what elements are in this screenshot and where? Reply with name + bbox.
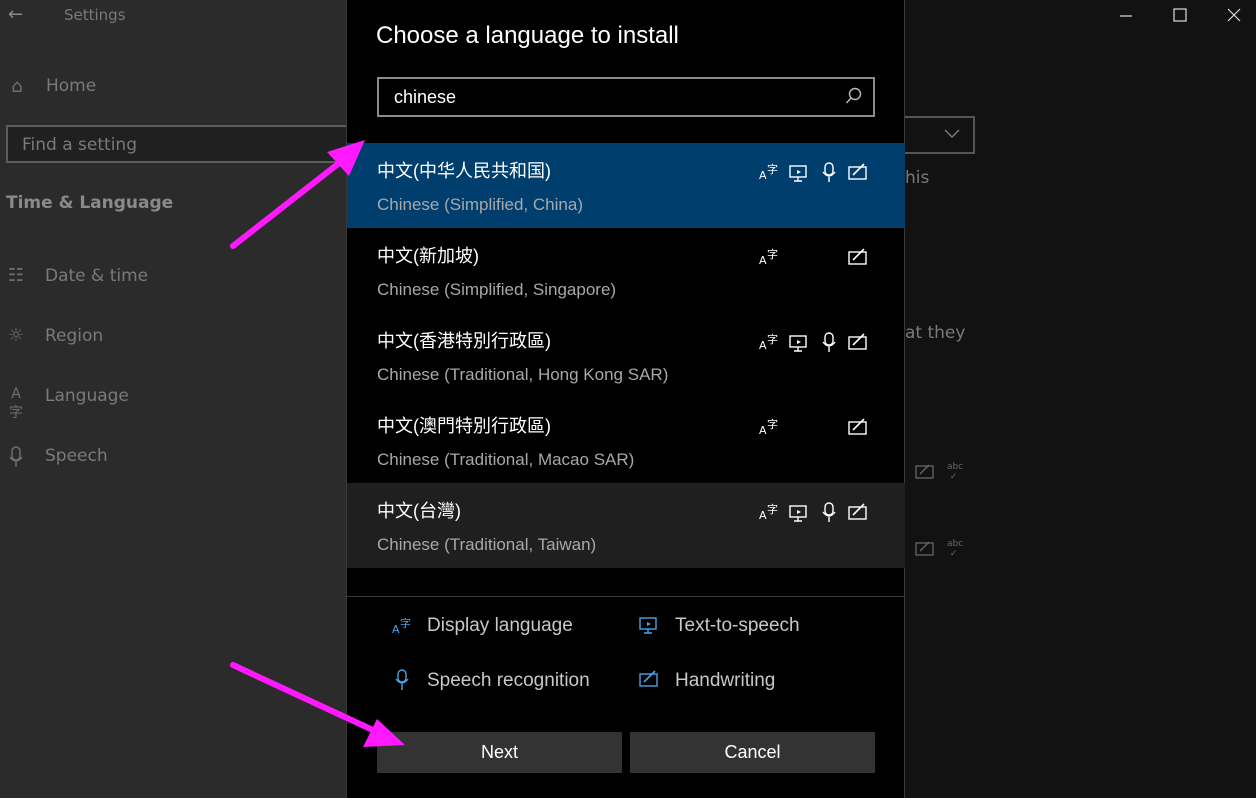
speech-recognition-icon [822,332,836,352]
language-native-name: 中文(新加坡) [377,246,479,266]
language-row-zh-tw[interactable]: 中文(台灣) Chinese (Traditional, Taiwan) A字 [347,483,905,568]
text-to-speech-icon [789,165,807,182]
spellcheck-icon: abc ✓ [947,462,964,482]
home-icon: ⌂ [11,76,23,97]
dialog-title: Choose a language to install [376,22,679,49]
settings-sidebar: ← Settings ⌂ Home Time & Language ☷ Date… [0,0,346,798]
legend-speech-recognition: Speech recognition [427,670,590,691]
handwriting-icon [848,418,867,435]
display-language-icon: A字 [759,503,778,522]
find-setting-placeholder: Find a setting [22,135,137,155]
sidebar-item-date-time[interactable]: Date & time [45,266,148,286]
handwriting-icon [848,163,867,180]
language-row-zh-hk[interactable]: 中文(香港特別行政區) Chinese (Traditional, Hong K… [347,313,905,398]
globe-icon: ☼ [7,325,25,346]
sidebar-item-speech[interactable]: Speech [45,446,108,466]
language-native-name: 中文(台灣) [377,501,461,521]
text-to-speech-icon [789,335,807,352]
legend-divider [347,596,905,597]
back-arrow-icon[interactable]: ← [8,4,23,25]
sidebar-section-title: Time & Language [6,193,174,213]
window-title: Settings [64,6,126,24]
spellcheck-icon: abc ✓ [947,539,964,559]
handwriting-icon [915,464,934,479]
sidebar-item-language[interactable]: Language [45,386,129,406]
search-icon[interactable] [845,87,863,105]
settings-content-background: his at they abc ✓ abc ✓ [905,0,1256,798]
microphone-icon [9,446,23,467]
calendar-clock-icon: ☷ [7,265,25,286]
cancel-button[interactable]: Cancel [630,732,875,773]
close-icon[interactable] [1224,6,1244,26]
minimize-icon[interactable] [1116,6,1136,26]
display-language-icon: A字 [759,248,778,267]
display-language-icon: A字 [759,333,778,352]
handwriting-icon [915,541,934,556]
language-native-name: 中文(中华人民共和国) [377,161,551,181]
sidebar-home[interactable]: Home [46,76,96,96]
next-button[interactable]: Next [377,732,622,773]
language-english-name: Chinese (Traditional, Taiwan) [377,535,597,554]
speech-recognition-icon [822,502,836,522]
language-english-name: Chinese (Traditional, Macao SAR) [377,450,635,469]
language-row-zh-sg[interactable]: 中文(新加坡) Chinese (Simplified, Singapore) … [347,228,905,313]
find-setting-input[interactable]: Find a setting [6,125,366,163]
chevron-down-icon [944,129,960,139]
language-icon: A字 [9,386,23,421]
language-row-zh-mo[interactable]: 中文(澳門特別行政區) Chinese (Traditional, Macao … [347,398,905,483]
speech-recognition-icon [822,162,836,182]
language-native-name: 中文(澳門特別行政區) [377,416,551,436]
language-search-input[interactable]: chinese [377,77,875,117]
legend-text-to-speech: Text-to-speech [675,615,800,636]
handwriting-icon [848,503,867,520]
display-language-icon: A字 [392,617,411,636]
text-to-speech-icon [639,617,657,634]
legend-display-language: Display language [427,615,573,636]
language-english-name: Chinese (Simplified, Singapore) [377,280,617,299]
dropdown-fragment[interactable] [905,116,975,154]
handwriting-icon [848,248,867,265]
background-text-fragment-2: at they [905,323,966,343]
maximize-icon[interactable] [1170,6,1190,26]
legend-handwriting: Handwriting [675,670,776,691]
sidebar-item-region[interactable]: Region [45,326,103,346]
language-row-zh-cn[interactable]: 中文(中华人民共和国) Chinese (Simplified, China) … [347,143,905,228]
speech-recognition-icon [395,669,409,690]
handwriting-icon [639,670,658,687]
handwriting-icon [848,333,867,350]
display-language-icon: A字 [759,163,778,182]
text-to-speech-icon [789,505,807,522]
language-english-name: Chinese (Simplified, China) [377,195,583,214]
language-search-value: chinese [394,87,457,107]
language-native-name: 中文(香港特別行政區) [377,331,551,351]
background-text-fragment: his [905,168,930,188]
language-english-name: Chinese (Traditional, Hong Kong SAR) [377,365,669,384]
display-language-icon: A字 [759,418,778,437]
